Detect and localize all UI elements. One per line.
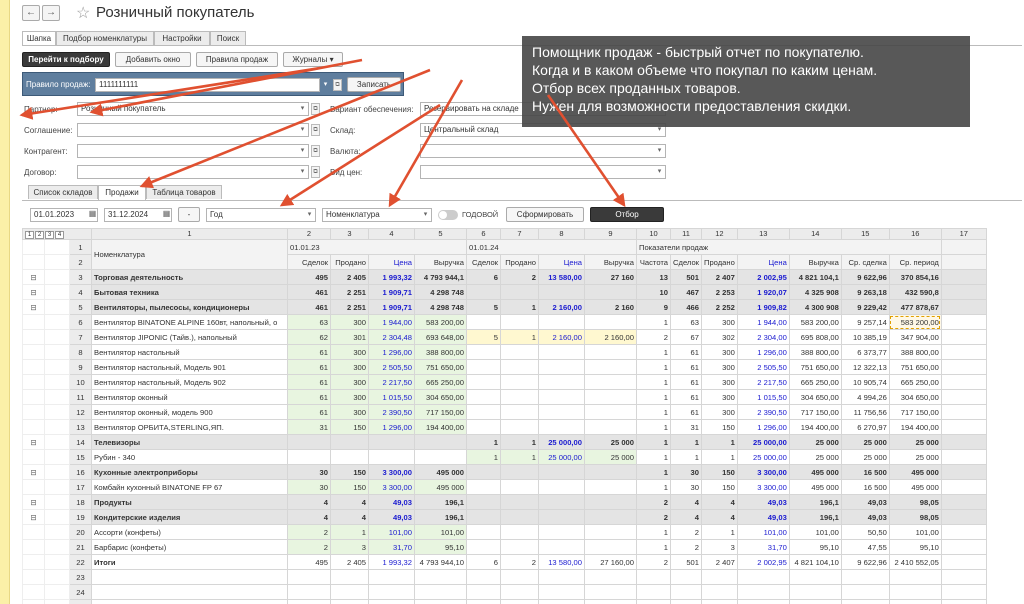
arrow-to-partner <box>19 66 321 120</box>
arrow-to-sales-tab <box>89 58 363 117</box>
annotation-arrows <box>19 58 626 208</box>
arrow-to-filter <box>546 94 626 208</box>
arrow-to-group-by <box>388 79 464 208</box>
arrow-to-subtab <box>139 68 431 189</box>
